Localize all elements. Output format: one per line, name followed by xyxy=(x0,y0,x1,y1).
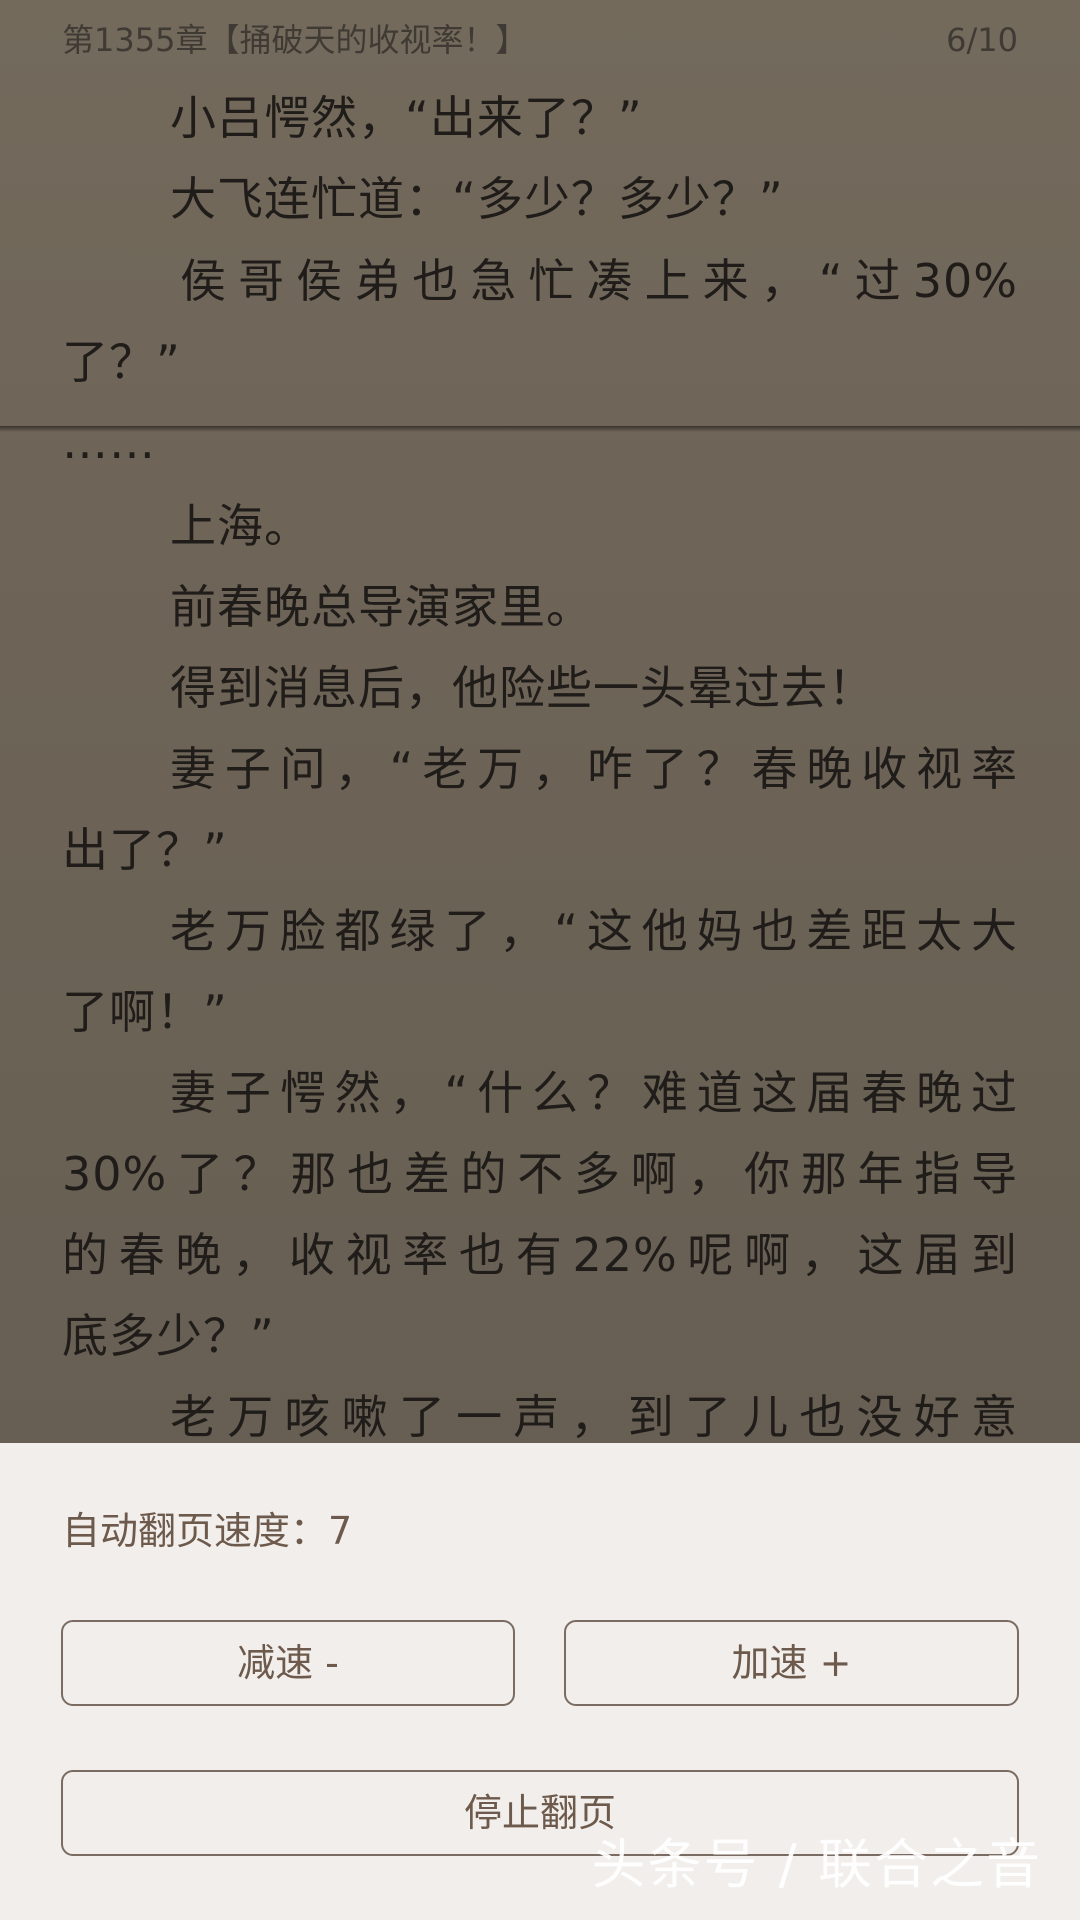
text-line: 大飞连忙道：“多少？多少？” xyxy=(170,172,784,226)
auto-page-speed-label: 自动翻页速度：7 xyxy=(62,1509,353,1553)
text-line: 了啊！” xyxy=(62,985,228,1039)
page-indicator: 6/10 xyxy=(946,21,1018,59)
text-line: 妻子愕然，“什么？难道这届春晚过 xyxy=(170,1066,1018,1120)
text-line: 的春晚，收视率也有22%呢啊，这届到 xyxy=(62,1228,1018,1282)
text-line: 得到消息后，他险些一头晕过去！ xyxy=(170,661,875,715)
chapter-title: 第1355章【捅破天的收视率！】 xyxy=(62,21,528,59)
speed-up-button[interactable]: 加速 + xyxy=(564,1620,1019,1706)
text-line: 妻子问，“老万，咋了？春晚收视率 xyxy=(170,742,1018,796)
reader-header: 第1355章【捅破天的收视率！】 6/10 xyxy=(62,16,1018,64)
text-line: 底多少？” xyxy=(62,1309,275,1363)
text-line: 上海。 xyxy=(170,499,311,553)
text-line: 出了？” xyxy=(62,823,228,877)
text-line: 老万脸都绿了，“这他妈也差距太大 xyxy=(170,904,1018,958)
text-line: 前春晚总导演家里。 xyxy=(170,580,593,634)
reader-page[interactable]: 第1355章【捅破天的收视率！】 6/10 小吕愕然，“出来了？” 大飞连忙道：… xyxy=(0,0,1080,1443)
watermark: 头条号 / 联合之音 xyxy=(591,1833,1042,1896)
slow-down-button[interactable]: 减速 - xyxy=(61,1620,515,1706)
text-line: 了？” xyxy=(62,335,181,389)
text-line: 老万咳嗽了一声，到了儿也没好意 xyxy=(170,1390,1018,1443)
text-line: 30%了？那也差的不多啊，你那年指导 xyxy=(62,1147,1018,1201)
text-line: 小吕愕然，“出来了？” xyxy=(170,91,643,145)
text-line: 侯哥侯弟也急忙凑上来，“过30% xyxy=(180,254,1018,308)
text-line: …… xyxy=(62,415,156,469)
